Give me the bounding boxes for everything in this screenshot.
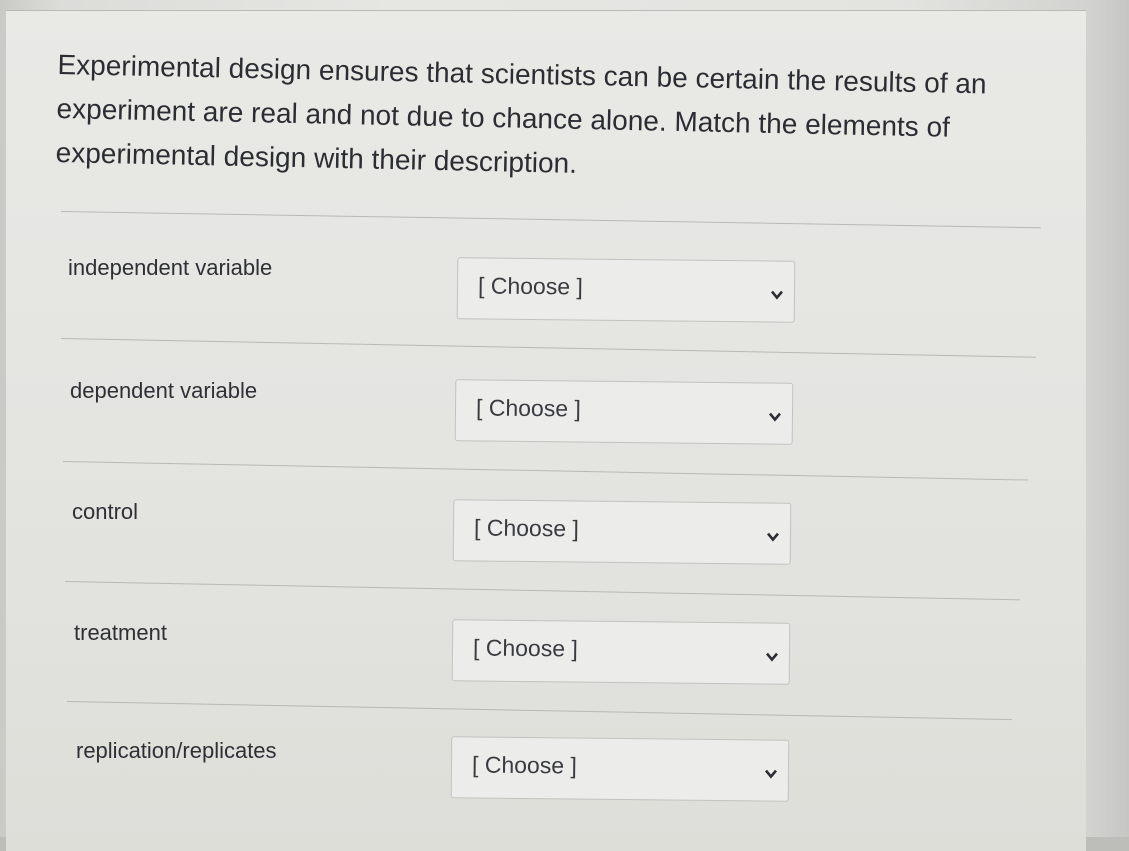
chevron-down-icon bbox=[766, 532, 779, 542]
term-label-independent-variable: independent variable bbox=[68, 255, 273, 280]
dropdown-selected-value: [ Choose ] bbox=[473, 514, 580, 542]
chevron-down-icon bbox=[765, 652, 778, 662]
term-label-treatment: treatment bbox=[74, 620, 167, 645]
answer-dropdown-treatment[interactable]: [ Choose ] bbox=[451, 619, 791, 685]
dropdown-selected-value: [ Choose ] bbox=[471, 751, 578, 779]
quiz-question-card: Experimental design ensures that scienti… bbox=[6, 10, 1086, 851]
answer-dropdown-independent-variable[interactable]: [ Choose ] bbox=[456, 257, 796, 323]
divider bbox=[60, 211, 1041, 229]
chevron-down-icon bbox=[770, 290, 783, 300]
term-label-replication-replicates: replication/replicates bbox=[76, 738, 277, 763]
dropdown-selected-value: [ Choose ] bbox=[475, 394, 582, 422]
question-text: Experimental design ensures that scienti… bbox=[55, 48, 987, 179]
divider bbox=[60, 338, 1036, 358]
chevron-down-icon bbox=[768, 412, 781, 422]
term-label-control: control bbox=[72, 499, 139, 524]
answer-dropdown-control[interactable]: [ Choose ] bbox=[452, 499, 792, 565]
divider bbox=[64, 581, 1020, 601]
divider bbox=[66, 701, 1012, 721]
answer-dropdown-replication-replicates[interactable]: [ Choose ] bbox=[450, 736, 790, 802]
dropdown-selected-value: [ Choose ] bbox=[472, 634, 579, 662]
screen-background: Experimental design ensures that scienti… bbox=[0, 0, 1129, 851]
chevron-down-icon bbox=[764, 769, 777, 779]
dropdown-selected-value: [ Choose ] bbox=[477, 272, 584, 300]
answer-dropdown-dependent-variable[interactable]: [ Choose ] bbox=[454, 379, 794, 445]
divider bbox=[62, 461, 1028, 481]
term-label-dependent-variable: dependent variable bbox=[70, 378, 258, 403]
